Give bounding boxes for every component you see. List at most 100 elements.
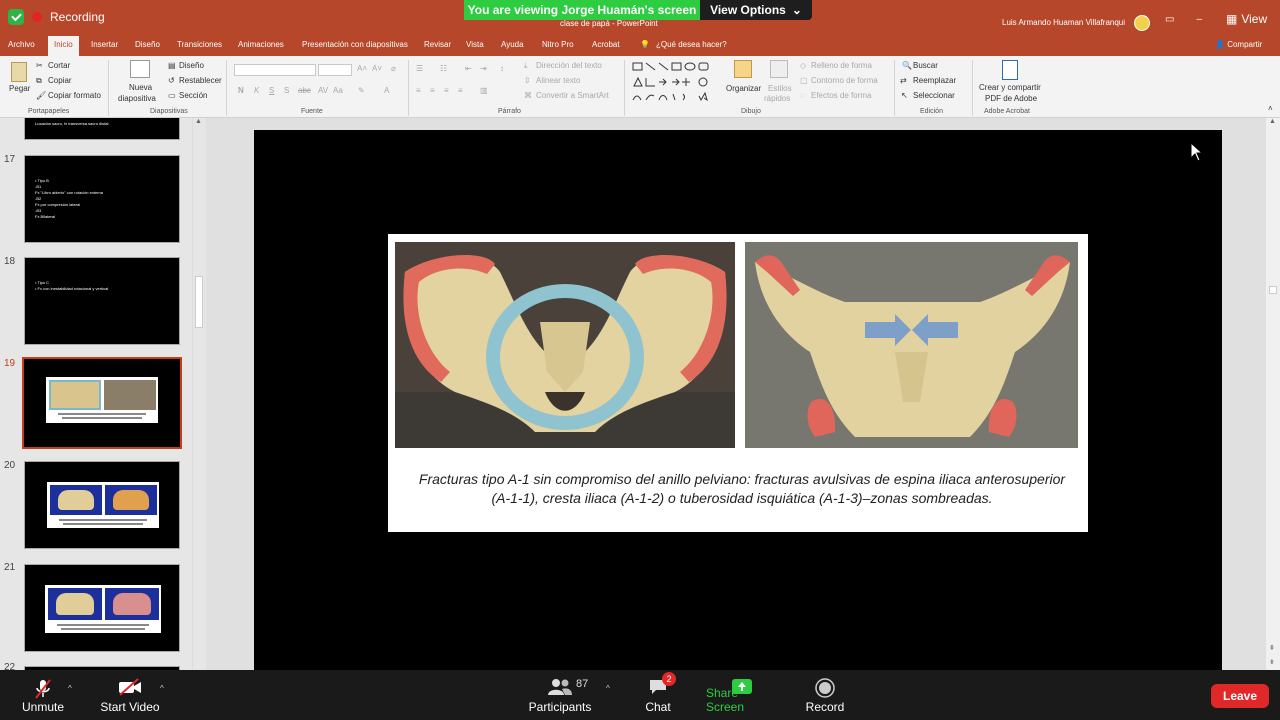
layout-icon[interactable]: ▤	[168, 61, 176, 70]
avatar[interactable]	[1134, 15, 1150, 31]
smartart-icon[interactable]: ⌘	[524, 91, 532, 100]
change-case-icon[interactable]: Aa	[333, 86, 343, 95]
tab-inicio[interactable]: Inicio	[48, 36, 79, 56]
underline-icon[interactable]: S	[269, 86, 274, 95]
cut-button[interactable]: Cortar	[48, 61, 70, 70]
scrollbar-thumb[interactable]	[1269, 286, 1277, 294]
next-slide-icon[interactable]: ⇟	[1269, 658, 1275, 666]
copy-icon[interactable]: ⧉	[36, 76, 42, 86]
align-center-icon[interactable]: ≡	[430, 86, 435, 95]
font-color-icon[interactable]: A	[384, 86, 389, 95]
clear-format-icon[interactable]: ⌀	[391, 64, 396, 73]
tab-archivo[interactable]: Archivo	[8, 40, 35, 49]
current-slide[interactable]: Fracturas tipo A-1 sin compromiso del an…	[254, 130, 1222, 670]
audio-options-caret-icon[interactable]: ^	[68, 684, 72, 693]
copy-format-button[interactable]: Copiar formato	[48, 91, 101, 100]
align-text-icon[interactable]: ⇳	[524, 76, 531, 85]
format-painter-icon[interactable]: 🖌	[36, 91, 46, 100]
strikethrough-icon[interactable]: abc	[298, 86, 311, 95]
video-options-caret-icon[interactable]: ^	[160, 684, 164, 693]
shape-outline-icon[interactable]: ▢	[800, 76, 808, 85]
slide-thumbnail-21[interactable]	[24, 564, 180, 652]
arrange-icon[interactable]	[734, 60, 752, 78]
slide-thumbnail-18[interactable]: • Tipo C • Fx con inestabilidad rotacion…	[24, 257, 180, 345]
bullets-icon[interactable]: ☰	[416, 64, 423, 73]
slide-thumbnail-16[interactable]: Luxación sacro, fx transversa sacro dist…	[24, 118, 180, 140]
tab-transiciones[interactable]: Transiciones	[177, 40, 222, 49]
slide-thumbnail-20[interactable]	[24, 461, 180, 549]
share-button[interactable]: 👤 Compartir	[1215, 40, 1262, 49]
create-pdf-icon[interactable]	[1002, 60, 1018, 80]
new-slide-icon[interactable]	[130, 60, 150, 78]
increase-indent-icon[interactable]: ⇥	[480, 64, 487, 73]
shape-outline-button[interactable]: Contorno de forma	[811, 76, 878, 85]
highlight-icon[interactable]: ✎	[358, 86, 365, 95]
bold-icon[interactable]: N	[238, 86, 244, 95]
participants-caret-icon[interactable]: ^	[606, 684, 610, 693]
font-name-combo[interactable]	[234, 64, 316, 76]
shape-effects-button[interactable]: Efectos de forma	[811, 91, 871, 100]
find-icon[interactable]: 🔍	[902, 61, 912, 70]
slide-thumbnail-17[interactable]: • Tipo B -B1 Fx "Libro abierto" con rota…	[24, 155, 180, 243]
view-options-button[interactable]: View Options ⌄	[700, 0, 812, 20]
reset-icon[interactable]: ↺	[168, 76, 175, 85]
ribbon-display-icon[interactable]: ▭	[1165, 14, 1174, 25]
unmute-button[interactable]: Unmute	[14, 670, 72, 720]
scroll-up-icon[interactable]: ▲	[195, 118, 202, 125]
tab-acrobat[interactable]: Acrobat	[592, 40, 620, 49]
previous-slide-icon[interactable]: ⇞	[1269, 644, 1275, 652]
tab-ayuda[interactable]: Ayuda	[501, 40, 524, 49]
thumbnail-scrollbar[interactable]: ▲	[192, 118, 204, 670]
tab-nitro-pro[interactable]: Nitro Pro	[542, 40, 574, 49]
slide-thumbnail-19[interactable]	[22, 357, 182, 449]
cut-icon[interactable]: ✂	[36, 61, 43, 70]
start-video-button[interactable]: Start Video	[98, 670, 162, 720]
font-size-combo[interactable]	[318, 64, 352, 76]
quick-styles-icon[interactable]	[770, 60, 788, 78]
shape-fill-icon[interactable]: ◇	[800, 61, 806, 70]
reset-button[interactable]: Restablecer	[179, 76, 222, 85]
security-shield-icon[interactable]	[8, 9, 24, 25]
record-button[interactable]: Record	[800, 670, 850, 720]
tab-vista[interactable]: Vista	[466, 40, 484, 49]
paste-button[interactable]: Pegar	[9, 84, 30, 93]
align-text-button[interactable]: Alinear texto	[536, 76, 580, 85]
quick-styles-label-1[interactable]: Estilos	[768, 84, 792, 93]
shrink-font-icon[interactable]: A˅	[372, 64, 382, 73]
replace-icon[interactable]: ⇄	[900, 76, 907, 85]
grow-font-icon[interactable]: A˄	[357, 64, 367, 73]
zoom-view-button[interactable]: ▦ View	[1226, 12, 1267, 26]
text-direction-icon[interactable]: ⤓	[524, 61, 528, 71]
shape-effects-icon[interactable]: ◌	[800, 91, 805, 100]
collapse-ribbon-icon[interactable]: ˄	[1268, 104, 1273, 113]
section-icon[interactable]: ▭	[168, 91, 176, 100]
scrollbar-thumb[interactable]	[195, 276, 203, 328]
numbering-icon[interactable]: ☷	[440, 64, 447, 73]
columns-icon[interactable]: ▥	[480, 86, 488, 95]
leave-button[interactable]: Leave	[1211, 684, 1269, 708]
align-right-icon[interactable]: ≡	[444, 86, 449, 95]
spacing-icon[interactable]: AV	[318, 86, 328, 95]
editor-scrollbar[interactable]: ▲ ⇞ ⇟	[1266, 118, 1280, 670]
copy-button[interactable]: Copiar	[48, 76, 72, 85]
new-slide-label-1[interactable]: Nueva	[129, 83, 152, 92]
shadow-icon[interactable]: S	[284, 86, 289, 95]
scroll-up-icon[interactable]: ▲	[1269, 118, 1276, 125]
minimize-icon[interactable]: –	[1196, 14, 1202, 25]
slide-caption[interactable]: Fracturas tipo A-1 sin compromiso del an…	[410, 470, 1074, 508]
tell-me-search[interactable]: ¿Qué desea hacer?	[656, 40, 727, 49]
create-pdf-label-1[interactable]: Crear y compartir	[979, 83, 1041, 92]
section-button[interactable]: Sección	[179, 91, 207, 100]
new-slide-label-2[interactable]: diapositiva	[118, 94, 156, 103]
select-button[interactable]: Seleccionar	[913, 91, 955, 100]
replace-button[interactable]: Reemplazar	[913, 76, 956, 85]
arrange-button[interactable]: Organizar	[726, 84, 761, 93]
find-button[interactable]: Buscar	[913, 61, 938, 70]
paste-icon[interactable]	[11, 62, 27, 82]
align-left-icon[interactable]: ≡	[416, 86, 421, 95]
tab-animaciones[interactable]: Animaciones	[238, 40, 284, 49]
justify-icon[interactable]: ≡	[458, 86, 463, 95]
layout-button[interactable]: Diseño	[179, 61, 204, 70]
line-spacing-icon[interactable]: ↕	[500, 64, 504, 73]
shapes-gallery[interactable]	[631, 60, 723, 104]
